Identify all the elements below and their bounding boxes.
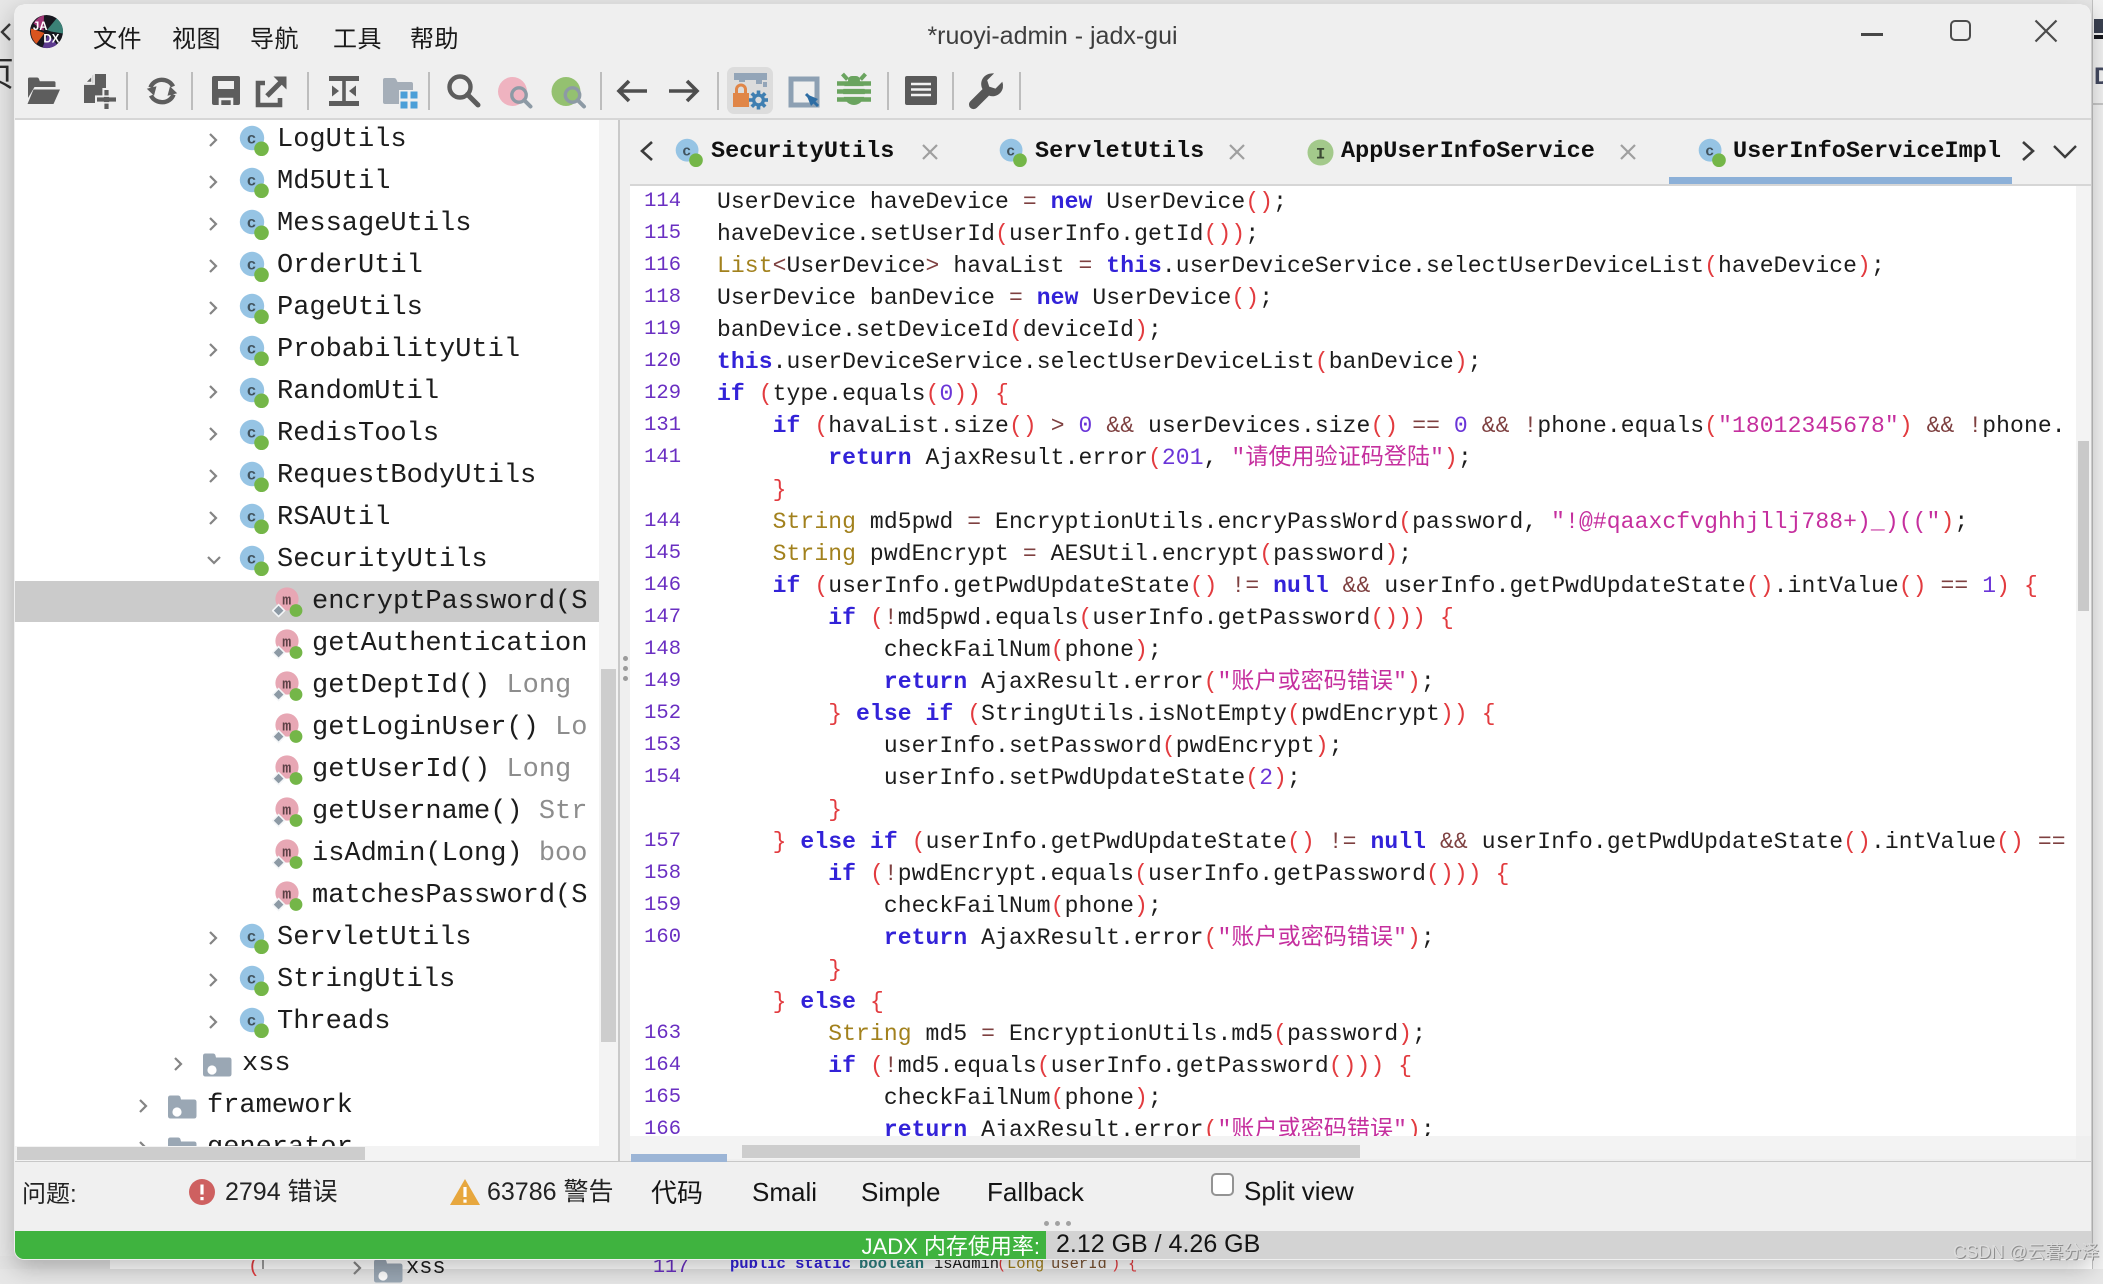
svg-text:I: I	[1316, 146, 1326, 164]
svg-text:m: m	[282, 719, 291, 736]
svg-text:m: m	[282, 677, 291, 694]
svg-text:m: m	[282, 803, 291, 820]
svg-text:m: m	[282, 845, 291, 862]
svg-text:m: m	[282, 593, 291, 610]
svg-text:m: m	[282, 761, 291, 778]
svg-text:m: m	[282, 887, 291, 904]
svg-text:m: m	[282, 635, 291, 652]
